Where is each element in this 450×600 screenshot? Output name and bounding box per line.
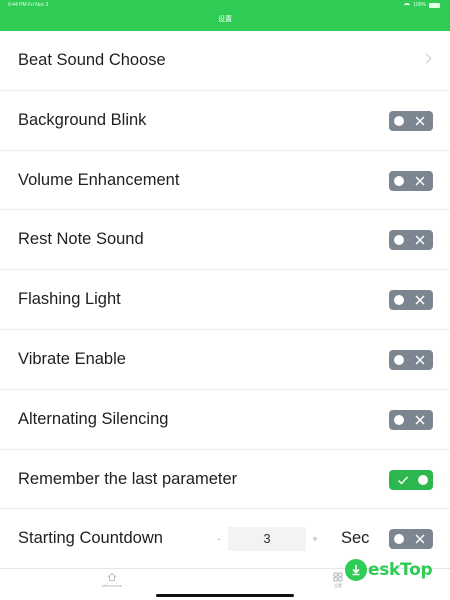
row-rest-note-sound: Rest Note Sound xyxy=(0,210,450,271)
row-label: Volume Enhancement xyxy=(18,170,180,189)
row-label: Beat Sound Choose xyxy=(18,51,166,69)
home-indicator[interactable] xyxy=(156,594,294,597)
x-icon xyxy=(415,116,425,126)
row-label: Alternating Silencing xyxy=(18,409,169,428)
x-icon xyxy=(415,415,425,425)
battery-percent: 100% xyxy=(413,2,426,8)
row-background-blink: Background Blink xyxy=(0,91,450,151)
toggle-knob xyxy=(418,474,428,485)
grid-icon xyxy=(333,572,343,582)
toggle-knob xyxy=(394,534,404,545)
row-vibrate-enable: Vibrate Enable xyxy=(0,330,450,390)
x-icon xyxy=(415,534,425,544)
tab-metronome[interactable]: Metronome xyxy=(92,572,132,588)
toggle-knob xyxy=(394,295,404,306)
toggle-knob xyxy=(394,115,404,126)
row-label: Starting Countdown xyxy=(18,529,163,548)
status-bar: 9:44 PM Fri Nov 3 100% xyxy=(0,0,450,10)
row-volume-enhancement: Volume Enhancement xyxy=(0,151,450,211)
x-icon xyxy=(415,295,425,305)
remember-last-parameter-toggle[interactable] xyxy=(389,469,433,490)
status-time-text: 9:44 PM xyxy=(8,2,27,8)
volume-enhancement-toggle[interactable] xyxy=(389,170,433,191)
row-label: Vibrate Enable xyxy=(18,349,126,368)
watermark-text: eskTop xyxy=(368,560,433,580)
app-header: 9:44 PM Fri Nov 3 100% 设置 xyxy=(0,0,450,31)
starting-countdown-toggle[interactable] xyxy=(389,529,433,550)
x-icon xyxy=(415,235,425,245)
status-right: 100% xyxy=(404,0,440,10)
check-icon xyxy=(398,476,409,485)
x-icon xyxy=(415,176,425,186)
row-alternating-silencing: Alternating Silencing xyxy=(0,390,450,450)
chevron-right-icon[interactable] xyxy=(421,53,432,64)
page-title: 设置 xyxy=(218,16,232,23)
stepper-value[interactable]: 3 xyxy=(228,527,306,552)
stepper-decrement-button[interactable]: - xyxy=(212,526,226,552)
countdown-stepper: - 3 + xyxy=(212,526,322,552)
home-icon xyxy=(107,572,117,581)
row-label: Remember the last parameter xyxy=(18,469,238,488)
battery-icon xyxy=(429,2,440,8)
download-arrow-icon xyxy=(352,565,360,576)
stepper-increment-button[interactable]: + xyxy=(308,526,322,552)
row-label: Rest Note Sound xyxy=(18,230,144,249)
settings-list: Beat Sound Choose Background Blink Volum… xyxy=(0,31,450,570)
watermark-d-icon xyxy=(345,559,367,581)
flashing-light-toggle[interactable] xyxy=(389,290,433,311)
toggle-knob xyxy=(394,235,404,246)
toggle-knob xyxy=(394,354,404,365)
row-label: Background Blink xyxy=(18,110,147,129)
toggle-knob xyxy=(394,175,404,186)
status-time: 9:44 PM Fri Nov 3 xyxy=(8,0,48,10)
x-icon xyxy=(415,355,425,365)
status-date-text: Fri Nov 3 xyxy=(28,2,49,8)
rest-note-sound-toggle[interactable] xyxy=(389,230,433,251)
wifi-icon xyxy=(404,2,411,8)
watermark-logo: eskTop xyxy=(345,556,433,584)
row-remember-last-parameter: Remember the last parameter xyxy=(0,450,450,510)
tab-label: Metronome xyxy=(101,583,123,588)
toggle-knob xyxy=(394,414,404,425)
row-beat-sound-choose[interactable]: Beat Sound Choose xyxy=(0,31,450,91)
row-flashing-light: Flashing Light xyxy=(0,270,450,330)
background-blink-toggle[interactable] xyxy=(389,110,433,131)
vibrate-enable-toggle[interactable] xyxy=(389,349,433,370)
alternating-silencing-toggle[interactable] xyxy=(389,409,433,430)
row-label: Flashing Light xyxy=(18,290,121,309)
